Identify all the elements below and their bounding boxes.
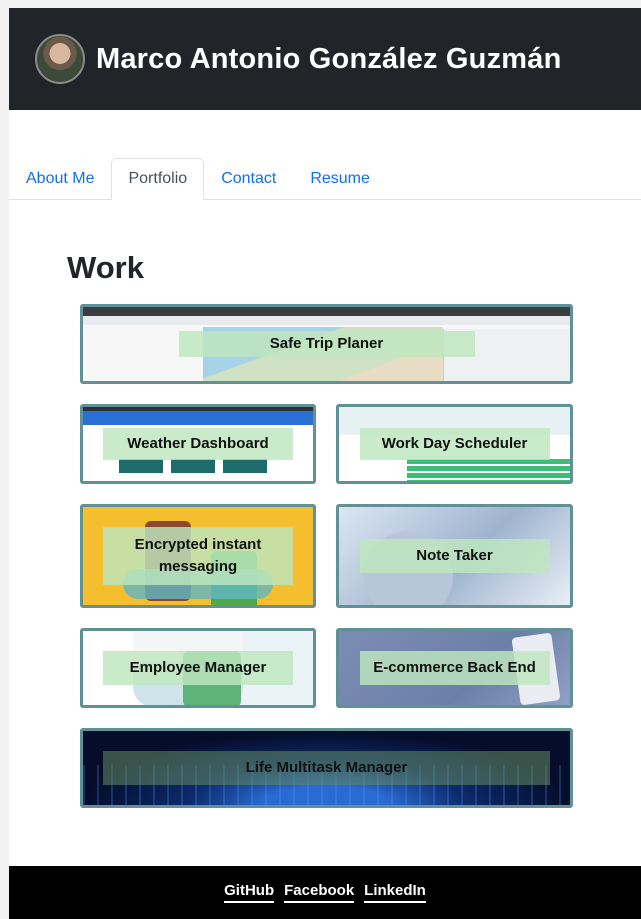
- project-card-employee-manager[interactable]: Employee Manager: [80, 628, 316, 708]
- project-title: Employee Manager: [103, 651, 293, 685]
- project-card-safe-trip-planer[interactable]: Safe Trip Planer: [80, 304, 573, 384]
- project-title: Weather Dashboard: [103, 428, 293, 460]
- project-title: E-commerce Back End: [359, 651, 550, 685]
- project-title: Safe Trip Planer: [178, 331, 475, 357]
- browser-top-strip: [0, 0, 641, 8]
- project-card-work-day-scheduler[interactable]: Work Day Scheduler: [336, 404, 573, 484]
- site-title: Marco Antonio González Guzmán: [96, 42, 562, 75]
- page: Marco Antonio González Guzmán About Me P…: [9, 8, 641, 919]
- project-title: Note Taker: [359, 539, 550, 573]
- avatar: [35, 34, 85, 84]
- project-card-weather-dashboard[interactable]: Weather Dashboard: [80, 404, 316, 484]
- tab-contact[interactable]: Contact: [204, 158, 293, 200]
- project-title: Encrypted instant messaging: [103, 527, 293, 585]
- facebook-link[interactable]: Facebook: [284, 882, 355, 903]
- tab-portfolio[interactable]: Portfolio: [111, 158, 205, 200]
- tab-resume[interactable]: Resume: [293, 158, 387, 200]
- nav-tabs: About Me Portfolio Contact Resume: [9, 158, 641, 200]
- project-title: Work Day Scheduler: [359, 428, 550, 460]
- project-card-ecommerce-back-end[interactable]: E-commerce Back End: [336, 628, 573, 708]
- site-footer: GitHub Facebook LinkedIn: [9, 866, 641, 919]
- project-title: Life Multitask Manager: [103, 751, 550, 785]
- project-card-note-taker[interactable]: Note Taker: [336, 504, 573, 608]
- github-link[interactable]: GitHub: [224, 882, 275, 903]
- site-header: Marco Antonio González Guzmán: [9, 8, 641, 110]
- tab-about-me[interactable]: About Me: [9, 158, 111, 200]
- section-title: Work: [67, 250, 144, 285]
- project-card-encrypted-instant-messaging[interactable]: Encrypted instant messaging: [80, 504, 316, 608]
- project-card-life-multitask-manager[interactable]: Life Multitask Manager: [80, 728, 573, 808]
- linkedin-link[interactable]: LinkedIn: [364, 882, 426, 903]
